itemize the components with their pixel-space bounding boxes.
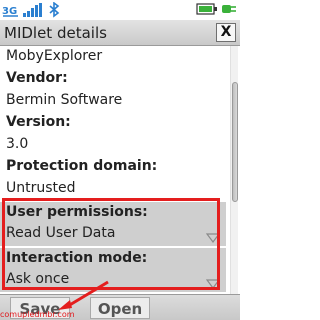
signal-strength-icon bbox=[22, 2, 44, 18]
protection-domain-label: Protection domain: bbox=[6, 158, 158, 174]
watermark: comupledmbr.com bbox=[0, 310, 75, 319]
window-title: MIDlet details bbox=[4, 24, 107, 42]
version-label: Version: bbox=[6, 114, 71, 130]
vendor-label: Vendor: bbox=[6, 70, 68, 86]
scroll-thumb[interactable] bbox=[232, 82, 238, 202]
user-permissions-value: Read User Data bbox=[6, 225, 116, 241]
scrollbar[interactable] bbox=[230, 46, 238, 294]
close-icon: X bbox=[220, 24, 232, 40]
user-permissions-label: User permissions: bbox=[6, 204, 148, 220]
user-permissions-select[interactable]: User permissions: Read User Data bbox=[0, 202, 226, 246]
version-value: 3.0 bbox=[6, 136, 29, 152]
protection-domain-value: Untrusted bbox=[6, 180, 76, 196]
open-button[interactable]: Open bbox=[90, 297, 150, 319]
details-content[interactable]: MobyExplorer Vendor: Bermin Software Ver… bbox=[0, 46, 240, 294]
interaction-mode-select[interactable]: Interaction mode: Ask once bbox=[0, 248, 226, 292]
chevron-down-icon bbox=[205, 228, 221, 247]
network-3g-icon: 3G bbox=[2, 2, 20, 18]
chevron-down-icon bbox=[205, 274, 221, 293]
bluetooth-icon bbox=[48, 2, 60, 18]
interaction-mode-value: Ask once bbox=[6, 271, 70, 287]
battery-icon bbox=[196, 2, 218, 16]
vendor-value: Bermin Software bbox=[6, 92, 123, 108]
title-bar: MIDlet details X bbox=[0, 20, 240, 46]
close-button[interactable]: X bbox=[216, 23, 236, 42]
status-bar: 3G bbox=[0, 0, 240, 20]
name-value: MobyExplorer bbox=[6, 48, 103, 64]
charging-plug-icon bbox=[220, 2, 238, 16]
interaction-mode-label: Interaction mode: bbox=[6, 250, 148, 266]
